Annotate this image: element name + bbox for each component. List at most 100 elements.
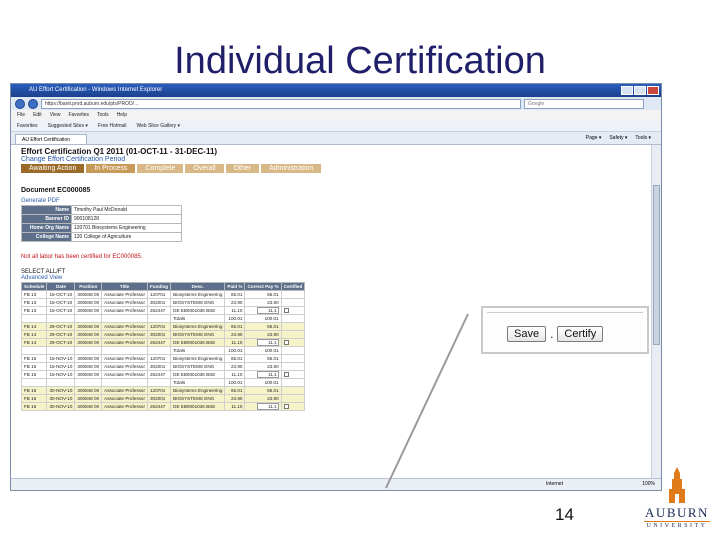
table-cell: Biosystems Engineering xyxy=(170,354,226,363)
table-cell: 23.90 xyxy=(224,330,246,339)
advanced-view-link[interactable]: Advanced View xyxy=(21,275,641,281)
certified-cell xyxy=(280,394,306,403)
free-hotmail-link[interactable]: Free Hotmail xyxy=(98,120,127,131)
certified-cell xyxy=(280,330,306,339)
web-slice-gallery-link[interactable]: Web Slice Gallery ▾ xyxy=(137,120,181,131)
table-cell: 302001 xyxy=(146,394,172,403)
table-cell xyxy=(101,378,148,387)
search-input[interactable]: Google xyxy=(524,98,644,109)
certify-button[interactable]: Certify xyxy=(557,325,604,342)
tab-complete[interactable]: Complete xyxy=(137,164,184,173)
table-cell xyxy=(20,314,48,323)
favorites-button[interactable]: Favorites xyxy=(17,120,38,131)
save-certify-callout: Save . Certify xyxy=(481,306,649,354)
suggested-sites-link[interactable]: Suggested Sites ▾ xyxy=(48,120,88,131)
table-cell: Associate Professor xyxy=(101,298,148,307)
table-cell: 100.01 xyxy=(244,346,282,355)
menu-favorites[interactable]: Favorites xyxy=(68,110,89,120)
info-label: Home Org Name xyxy=(21,223,72,233)
tools-menu[interactable]: Tools ▾ xyxy=(635,135,651,141)
table-row: FB 13 15-OCT-10 300848 00 Associate Profess… xyxy=(20,306,306,315)
page-menu[interactable]: Page ▾ xyxy=(586,135,602,141)
change-period-link[interactable]: Change Effort Certification Period xyxy=(21,156,641,163)
table-cell: 65.01 xyxy=(244,386,282,395)
correct-pay-input[interactable]: 11.1 xyxy=(256,403,279,410)
table-cell: 11.1 xyxy=(244,338,282,347)
certified-checkbox[interactable] xyxy=(283,371,289,377)
table-cell: 23.90 xyxy=(244,298,282,307)
table-cell: 65.01 xyxy=(224,322,246,331)
table-cell: 65.01 xyxy=(224,354,246,363)
tab-awaiting-action[interactable]: Awaiting Action xyxy=(21,164,85,173)
table-cell: 65.01 xyxy=(224,290,246,299)
table-cell: 65.01 xyxy=(224,386,246,395)
table-cell: 29-OCT-10 xyxy=(46,330,76,339)
col-header: Title xyxy=(101,282,148,291)
address-input[interactable]: https://banit.prod.auburn.edu/pls/PROD/… xyxy=(41,98,521,109)
minimize-icon[interactable] xyxy=(621,86,633,95)
table-cell: Associate Professor xyxy=(101,394,148,403)
table-cell: 29-OCT-10 xyxy=(46,338,76,347)
tab-overall[interactable]: Overall xyxy=(185,164,224,173)
menu-view[interactable]: View xyxy=(50,110,61,120)
table-cell xyxy=(46,378,76,387)
table-cell: 15-NOV-10 xyxy=(46,354,76,363)
browser-tab[interactable]: AU Effort Certification xyxy=(15,134,87,144)
menu-help[interactable]: Help xyxy=(117,110,127,120)
table-cell: 65.01 xyxy=(244,290,282,299)
status-bar: Internet 100% xyxy=(11,478,661,490)
certified-cell xyxy=(280,362,306,371)
table-cell xyxy=(46,346,76,355)
certified-checkbox[interactable] xyxy=(283,403,289,409)
table-row: FB 13 15-OCT-10 300848 00 Associate Profess… xyxy=(20,298,306,307)
tab-bar: AU Effort Certification Page ▾ Safety ▾ … xyxy=(11,132,661,145)
tab-other[interactable]: Other xyxy=(225,164,260,173)
menu-file[interactable]: File xyxy=(17,110,25,120)
table-cell: 300848 00 xyxy=(74,338,103,347)
save-button[interactable]: Save xyxy=(507,325,547,342)
certified-cell xyxy=(280,346,306,355)
tab-administration[interactable]: Administration xyxy=(261,164,322,173)
table-cell: 65.01 xyxy=(244,322,282,331)
certified-cell xyxy=(280,298,306,307)
vertical-scrollbar[interactable] xyxy=(651,145,661,480)
menu-edit[interactable]: Edit xyxy=(33,110,42,120)
maximize-icon[interactable] xyxy=(634,86,646,95)
tab-in-process[interactable]: In Process xyxy=(86,164,136,173)
table-cell: FB 13 xyxy=(20,306,48,315)
table-cell: Totals xyxy=(170,346,226,355)
correct-pay-input[interactable]: 11.1 xyxy=(256,307,279,314)
table-cell: 300848 00 xyxy=(74,306,103,315)
table-cell: Associate Professor xyxy=(101,306,148,315)
table-cell: 300848 00 xyxy=(74,402,103,411)
table-cell: 30-NOV-10 xyxy=(46,394,76,403)
menu-tools[interactable]: Tools xyxy=(97,110,109,120)
table-cell xyxy=(20,378,48,387)
document-title: Document EC000085 xyxy=(21,187,91,194)
col-header: Funding xyxy=(146,282,172,291)
app-tabs: Awaiting Action In Process Complete Over… xyxy=(21,164,641,173)
certified-cell xyxy=(280,322,306,331)
close-icon[interactable] xyxy=(647,86,659,95)
table-cell: Associate Professor xyxy=(101,402,148,411)
table-cell: 15-OCT-10 xyxy=(46,306,76,315)
forward-icon[interactable] xyxy=(28,98,38,109)
correct-pay-input[interactable]: 11.1 xyxy=(256,371,279,378)
back-icon[interactable] xyxy=(15,98,25,109)
certified-cell xyxy=(280,354,306,363)
table-cell: 300848 00 xyxy=(74,290,103,299)
address-bar-row: https://banit.prod.auburn.edu/pls/PROD/…… xyxy=(11,97,661,110)
table-cell: 120701 xyxy=(146,322,172,331)
generate-pdf-link[interactable]: Generate PDF xyxy=(21,198,641,204)
menu-bar: File Edit View Favorites Tools Help xyxy=(11,110,661,120)
safety-menu[interactable]: Safety ▾ xyxy=(609,135,627,141)
employee-info-table: Name Timothy Paul McDonald Banner ID 90010… xyxy=(21,205,182,242)
scrollbar-thumb[interactable] xyxy=(653,185,660,345)
certified-checkbox[interactable] xyxy=(283,307,289,313)
table-cell: FB 16 xyxy=(20,386,48,395)
table-cell xyxy=(101,314,148,323)
certified-checkbox[interactable] xyxy=(283,339,289,345)
table-row: FB 13 15-OCT-10 300848 00 Associate Profess… xyxy=(20,290,306,299)
table-row: FB 14 29-OCT-10 300848 00 Associate Profess… xyxy=(20,322,306,331)
correct-pay-input[interactable]: 11.1 xyxy=(256,339,279,346)
